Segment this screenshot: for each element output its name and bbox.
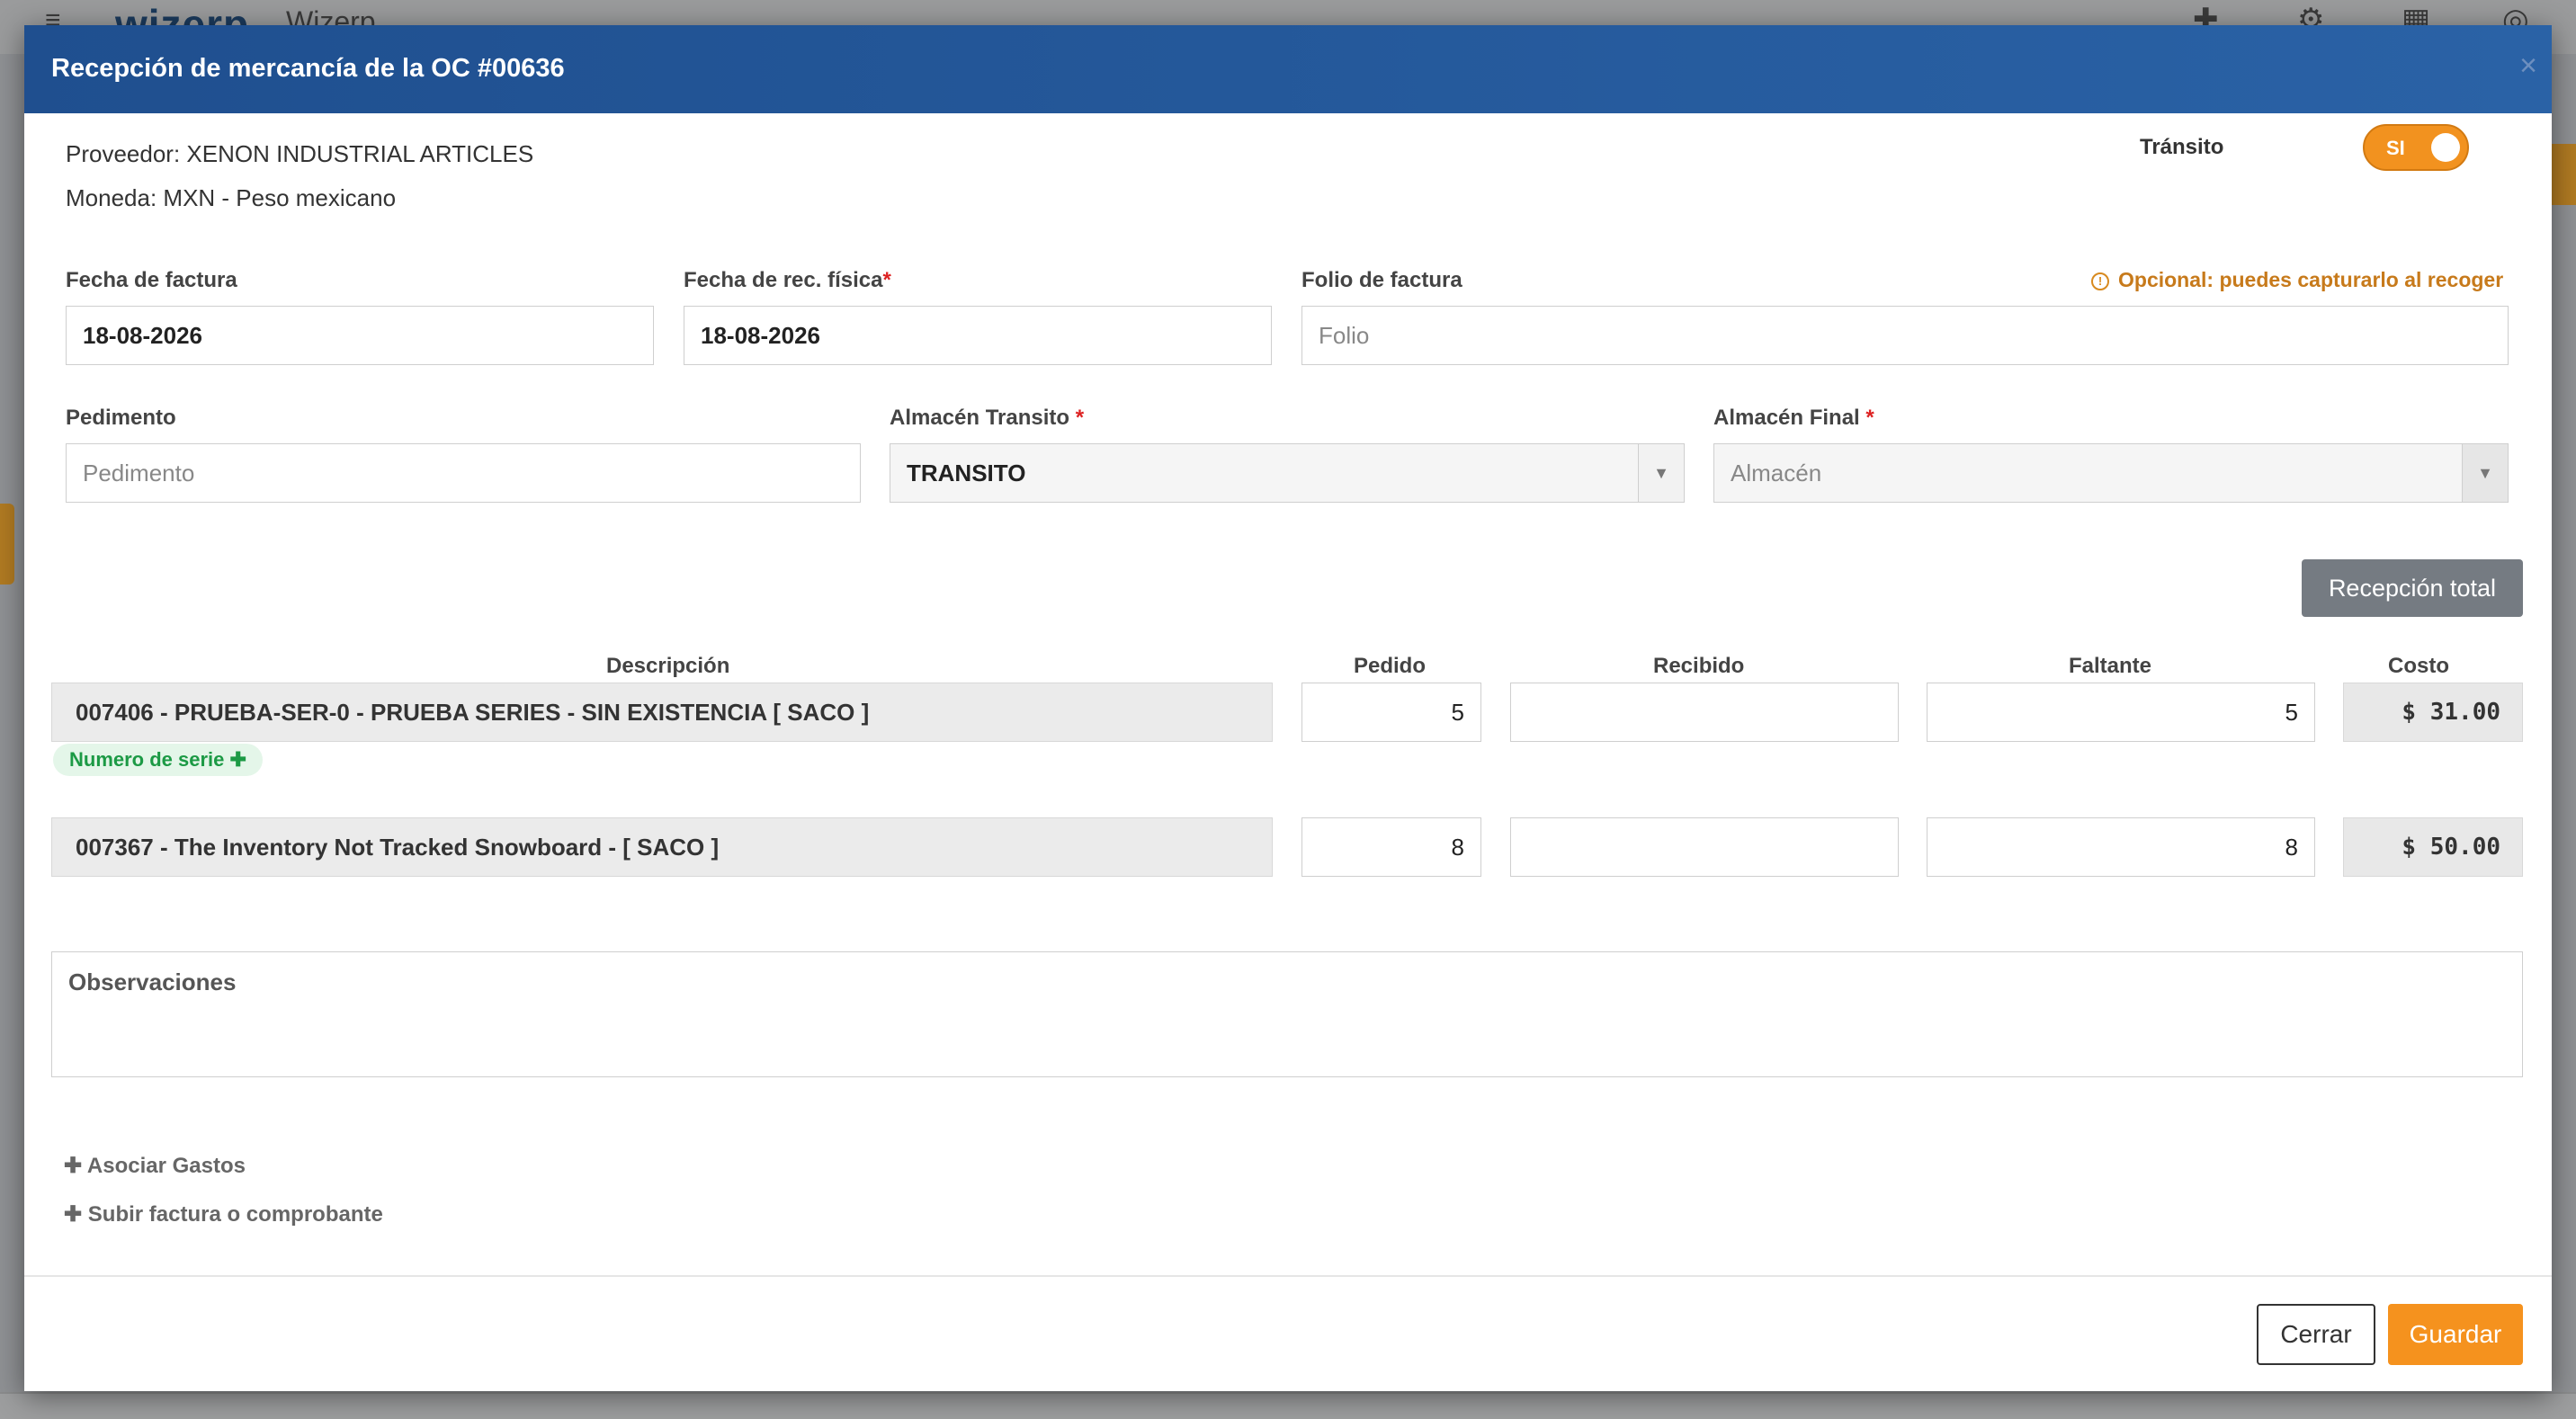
folio-hint: ! Opcional: puedes capturarlo al recoger bbox=[2091, 268, 2503, 292]
item-cost: $ 50.00 bbox=[2343, 817, 2523, 877]
save-button[interactable]: Guardar bbox=[2388, 1304, 2523, 1365]
item-description: 007406 - PRUEBA-SER-0 - PRUEBA SERIES - … bbox=[51, 683, 1273, 742]
header-cost: Costo bbox=[2388, 654, 2449, 678]
item-description: 007367 - The Inventory Not Tracked Snowb… bbox=[51, 817, 1273, 877]
received-qty-input[interactable] bbox=[1510, 683, 1899, 742]
close-button[interactable]: Cerrar bbox=[2257, 1304, 2375, 1365]
physical-receipt-date-label: Fecha de rec. física* bbox=[684, 268, 891, 292]
background-table-footer bbox=[0, 1392, 2576, 1419]
transit-toggle-value: SI bbox=[2386, 137, 2405, 159]
modal-title: Recepción de mercancía de la OC #00636 bbox=[51, 54, 565, 83]
transit-toggle[interactable]: SI bbox=[2363, 124, 2469, 171]
background-side-tab bbox=[0, 504, 14, 585]
transit-label: Tránsito bbox=[2140, 135, 2224, 159]
ordered-qty-field[interactable] bbox=[1301, 683, 1481, 742]
toggle-knob bbox=[2431, 133, 2460, 162]
currency-label: Moneda: MXN - Peso mexicano bbox=[66, 184, 397, 211]
missing-qty-field[interactable] bbox=[1927, 817, 2315, 877]
item-cost: $ 31.00 bbox=[2343, 683, 2523, 742]
invoice-date-label: Fecha de factura bbox=[66, 268, 237, 292]
chevron-down-icon: ▼ bbox=[2462, 444, 2508, 502]
header-missing: Faltante bbox=[2069, 654, 2152, 678]
header-received: Recibido bbox=[1653, 654, 1745, 678]
physical-receipt-date-field[interactable] bbox=[684, 306, 1272, 365]
ordered-qty-field[interactable] bbox=[1301, 817, 1481, 877]
upload-invoice-link[interactable]: ✚ Subir factura o comprobante bbox=[64, 1201, 383, 1227]
missing-qty-field[interactable] bbox=[1927, 683, 2315, 742]
pedimento-input[interactable] bbox=[66, 443, 861, 503]
observations-textarea[interactable] bbox=[51, 951, 2523, 1077]
footer-divider bbox=[24, 1275, 2552, 1277]
final-warehouse-select[interactable]: Almacén ▼ bbox=[1713, 443, 2509, 503]
header-description: Descripción bbox=[606, 654, 730, 678]
final-warehouse-label: Almacén Final * bbox=[1713, 406, 1874, 430]
modal-header: Recepción de mercancía de la OC #00636 × bbox=[24, 25, 2552, 113]
transit-warehouse-select[interactable]: TRANSITO ▼ bbox=[890, 443, 1685, 503]
receive-goods-modal: Recepción de mercancía de la OC #00636 ×… bbox=[24, 25, 2552, 1391]
background-right-tab bbox=[2551, 144, 2576, 205]
header-ordered: Pedido bbox=[1354, 654, 1427, 678]
pedimento-label: Pedimento bbox=[66, 406, 176, 430]
info-icon: ! bbox=[2091, 272, 2109, 290]
invoice-date-field[interactable] bbox=[66, 306, 654, 365]
associate-expenses-link[interactable]: ✚ Asociar Gastos bbox=[64, 1153, 246, 1179]
transit-warehouse-label: Almacén Transito * bbox=[890, 406, 1085, 430]
invoice-folio-input[interactable] bbox=[1301, 306, 2509, 365]
final-warehouse-placeholder: Almacén bbox=[1731, 460, 1822, 486]
received-qty-input[interactable] bbox=[1510, 817, 1899, 877]
total-reception-button[interactable]: Recepción total bbox=[2302, 559, 2523, 617]
close-icon[interactable]: × bbox=[2519, 49, 2537, 84]
supplier-label: Proveedor: XENON INDUSTRIAL ARTICLES bbox=[66, 140, 534, 167]
transit-warehouse-value: TRANSITO bbox=[907, 460, 1026, 486]
serial-number-button[interactable]: Numero de serie ✚ bbox=[53, 744, 263, 776]
invoice-folio-label: Folio de factura bbox=[1301, 268, 1462, 292]
chevron-down-icon: ▼ bbox=[1638, 444, 1684, 502]
